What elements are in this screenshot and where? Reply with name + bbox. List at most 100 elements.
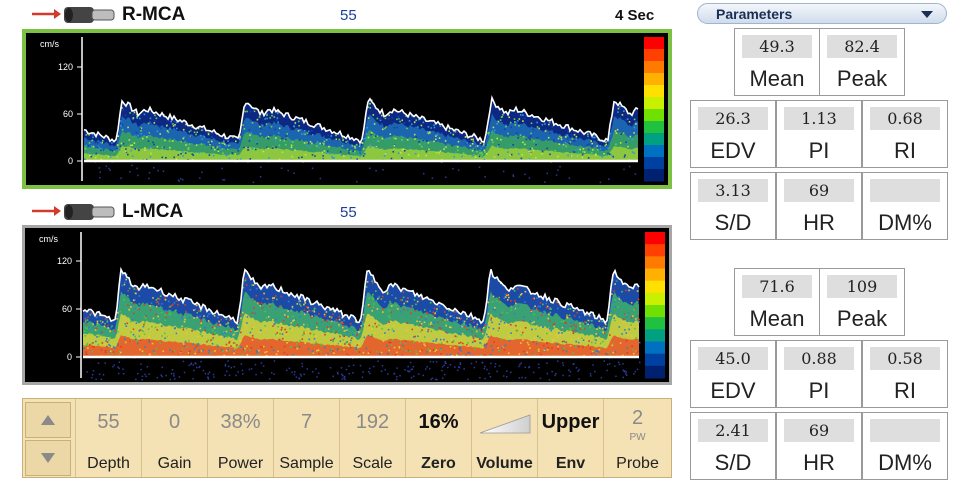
- spectrum-speckle: [609, 313, 612, 316]
- spectrum-speckle: [260, 302, 263, 305]
- spectrum-speckle: [265, 297, 267, 300]
- spectrum-speckle: [375, 299, 378, 302]
- spectrum-speckle: [336, 156, 339, 159]
- spectrum-speckle: [265, 350, 268, 353]
- spectrum-speckle: [519, 328, 522, 330]
- spectrum-speckle: [429, 301, 432, 304]
- spectrum-speckle: [484, 324, 486, 326]
- spectrum-speckle: [491, 139, 493, 141]
- spectrum-speckle: [397, 152, 400, 155]
- spectrum-speckle: [579, 322, 581, 325]
- spectrum-speckle: [96, 316, 98, 319]
- spectrum-speckle: [132, 318, 134, 321]
- spectrum-speckle: [287, 315, 289, 318]
- spectrum-speckle: [472, 138, 474, 141]
- spectrum-speckle: [582, 323, 585, 325]
- spectrum-speckle: [587, 148, 590, 151]
- spectrum-speckle: [422, 121, 425, 124]
- noise-speckle: [372, 365, 375, 368]
- spectrum-speckle: [123, 299, 125, 301]
- noise-speckle: [156, 377, 159, 379]
- control-zero[interactable]: 16% Zero: [405, 399, 471, 477]
- noise-speckle: [443, 373, 446, 376]
- spectrum-speckle: [316, 349, 318, 352]
- noise-speckle: [463, 368, 465, 370]
- decrease-button[interactable]: [25, 440, 71, 476]
- spectrum-speckle: [534, 328, 537, 330]
- noise-speckle: [118, 367, 120, 370]
- parameters-dropdown[interactable]: Parameters: [697, 3, 947, 24]
- spectrum-speckle: [417, 335, 419, 337]
- spectrum-speckle: [376, 135, 378, 137]
- control-depth[interactable]: 55 Depth: [75, 399, 141, 477]
- spectrum-speckle: [260, 329, 262, 332]
- control-probe[interactable]: 2 PW Probe: [603, 399, 671, 477]
- spectrum-speckle: [460, 341, 462, 344]
- noise-speckle: [122, 373, 125, 375]
- spectrum-speckle: [136, 307, 139, 309]
- noise-speckle: [301, 362, 303, 365]
- control-gain[interactable]: 0 Gain: [141, 399, 207, 477]
- spectrum-speckle: [480, 342, 483, 345]
- spectrum-speckle: [278, 132, 280, 134]
- spectrum-speckle: [238, 138, 241, 141]
- param-mean: 49.3 Mean: [734, 28, 820, 96]
- spectrum-speckle: [186, 312, 189, 315]
- spectrum-speckle: [524, 143, 526, 146]
- spectrum-speckle: [137, 342, 139, 345]
- param-label: EDV: [710, 378, 756, 403]
- spectrum-speckle: [342, 326, 344, 329]
- spectrum-speckle: [327, 328, 330, 330]
- spectrum-speckle: [372, 297, 374, 299]
- spectrum-speckle: [598, 348, 601, 351]
- noise-speckle: [131, 164, 133, 167]
- spectrum-speckle: [428, 148, 430, 151]
- spectrum-speckle: [212, 337, 214, 340]
- spectrum-speckle: [612, 155, 614, 158]
- spectrum-speckle: [185, 332, 188, 334]
- spectrum-speckle: [340, 154, 343, 157]
- spectrum-speckle: [148, 353, 151, 356]
- control-env[interactable]: Upper Env: [537, 399, 603, 477]
- spectrum-speckle: [574, 139, 576, 142]
- color-scale-segment: [644, 85, 664, 98]
- noise-speckle: [592, 364, 594, 366]
- spectrum-speckle: [438, 152, 440, 154]
- spectrum-speckle: [135, 307, 137, 309]
- doppler-spectrum-r-mca[interactable]: cm/s 120 60 0: [22, 29, 672, 189]
- spectrum-speckle: [588, 143, 590, 145]
- axis-tick-label: 120: [58, 62, 73, 72]
- spectrum-speckle: [251, 122, 254, 124]
- spectrum-speckle: [127, 153, 129, 156]
- spectrum-speckle: [427, 142, 430, 144]
- noise-speckle: [188, 364, 190, 367]
- spectrum-speckle: [165, 312, 168, 314]
- spectrum-speckle: [288, 310, 291, 312]
- noise-speckle: [196, 366, 198, 369]
- control-scale[interactable]: 192 Scale: [339, 399, 405, 477]
- spectrum-speckle: [453, 317, 455, 319]
- spectrum-speckle: [151, 325, 153, 328]
- spectrum-speckle: [356, 344, 359, 346]
- spectrum-speckle: [597, 149, 599, 151]
- spectrum-speckle: [353, 145, 356, 148]
- doppler-spectrum-l-mca[interactable]: cm/s 120 60 0: [22, 225, 672, 385]
- spectrum-speckle: [504, 158, 506, 160]
- noise-speckle: [546, 372, 549, 375]
- increase-button[interactable]: [25, 402, 71, 438]
- control-sample[interactable]: 7 Sample: [273, 399, 339, 477]
- spectrum-speckle: [230, 330, 232, 333]
- control-volume[interactable]: Volume: [471, 399, 537, 477]
- spectrum-speckle: [602, 340, 604, 343]
- param-label: Mean: [749, 66, 805, 91]
- spectrum-speckle: [147, 140, 150, 142]
- spectrum-speckle: [417, 155, 420, 157]
- spectrum-speckle: [410, 312, 412, 315]
- spectrum-speckle: [422, 157, 424, 160]
- control-power[interactable]: 38% Power: [207, 399, 273, 477]
- spectrum-speckle: [308, 328, 310, 330]
- spectrum-speckle: [570, 155, 573, 157]
- spectrum-speckle: [136, 340, 138, 342]
- spectrum-speckle: [453, 131, 455, 134]
- spectrum-speckle: [373, 332, 376, 334]
